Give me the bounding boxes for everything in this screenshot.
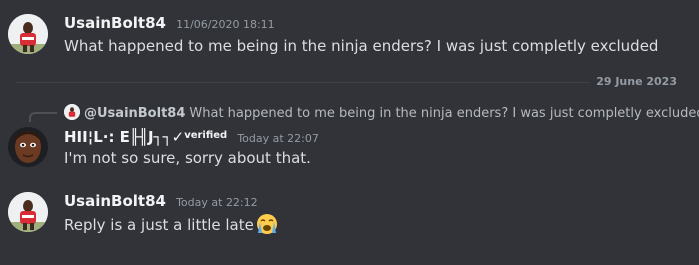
reply-mention[interactable]: @UsainBolt84 — [84, 106, 185, 121]
message-content: What happened to me being in the ninja e… — [64, 37, 659, 55]
message-content-row: Reply is a just a little late — [64, 213, 278, 236]
avatar[interactable] — [8, 192, 48, 232]
author-verified-tag: verified — [184, 130, 228, 141]
date-divider — [16, 82, 683, 83]
author-name[interactable]: HII¦L·: E╟╢J┐┐✓ — [64, 128, 184, 146]
reply-avatar — [64, 104, 80, 120]
reply-text: What happened to me being in the ninja e… — [189, 106, 699, 121]
author-name[interactable]: UsainBolt84 — [64, 14, 166, 32]
reply-spine-icon — [29, 112, 57, 122]
date-divider-label: 29 June 2023 — [590, 75, 683, 89]
avatar-image — [8, 14, 48, 54]
chat-log: UsainBolt84 11/06/2020 18:11 What happen… — [0, 0, 699, 265]
timestamp: 11/06/2020 18:11 — [176, 18, 275, 31]
loudly-crying-face-emoji-icon[interactable] — [256, 213, 278, 235]
reply-avatar-image — [64, 104, 80, 120]
message-content: Reply is a just a little late — [64, 216, 254, 234]
timestamp: Today at 22:07 — [237, 132, 319, 145]
reply-preview[interactable]: @UsainBolt84 What happened to me being in… — [64, 104, 699, 123]
avatar-image — [8, 192, 48, 232]
timestamp: Today at 22:12 — [176, 196, 258, 209]
author-name[interactable]: UsainBolt84 — [64, 192, 166, 210]
message-content: I'm not so sure, sorry about that. — [64, 149, 311, 167]
avatar[interactable] — [8, 14, 48, 54]
avatar-image — [8, 127, 48, 167]
avatar[interactable] — [8, 127, 48, 167]
message-1: UsainBolt84 11/06/2020 18:11 What happen… — [0, 0, 699, 70]
